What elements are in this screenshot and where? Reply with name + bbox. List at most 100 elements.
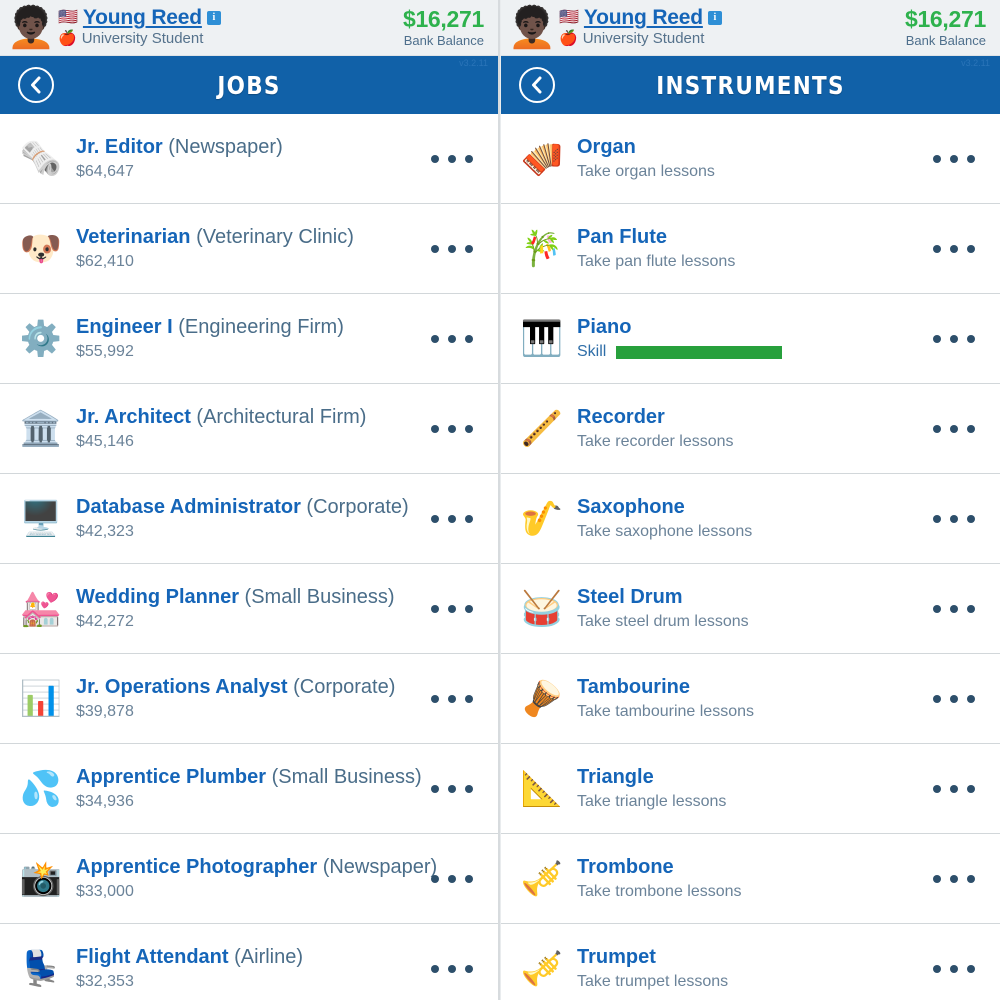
list-item[interactable]: 🎺 Trumpet Take trumpet lessons bbox=[501, 924, 1000, 1000]
list-item-title: Pan Flute bbox=[577, 226, 928, 250]
list-item[interactable]: 🪗 Organ Take organ lessons bbox=[501, 114, 1000, 204]
overflow-menu-button[interactable] bbox=[928, 244, 988, 253]
list-item[interactable]: ⚙️ Engineer I (Engineering Firm) $55,992 bbox=[0, 294, 498, 384]
ellipsis-dot bbox=[431, 784, 439, 793]
info-badge-icon[interactable]: i bbox=[206, 11, 221, 26]
overflow-menu-button[interactable] bbox=[426, 424, 486, 433]
ellipsis-dot bbox=[967, 424, 975, 433]
overflow-menu-button[interactable] bbox=[426, 154, 486, 163]
info-badge-icon[interactable]: i bbox=[707, 11, 722, 26]
list-item-qualifier: (Engineering Firm) bbox=[172, 315, 344, 338]
player-name[interactable]: Young Reed bbox=[584, 7, 703, 29]
list-item-body: Organ Take organ lessons bbox=[569, 136, 928, 182]
list-item[interactable]: 🎋 Pan Flute Take pan flute lessons bbox=[501, 204, 1000, 294]
list-item-subtitle: $42,323 bbox=[76, 523, 426, 541]
overflow-menu-button[interactable] bbox=[426, 604, 486, 613]
list-item[interactable]: 🐶 Veterinarian (Veterinary Clinic) $62,410 bbox=[0, 204, 498, 294]
list-item-name: Triangle bbox=[577, 765, 654, 788]
list-item[interactable]: 🗞️ Jr. Editor (Newspaper) $64,647 bbox=[0, 114, 498, 204]
ellipsis-dot bbox=[933, 784, 941, 793]
overflow-menu-button[interactable] bbox=[928, 964, 988, 973]
list-item-subtitle-text: $55,992 bbox=[76, 343, 134, 361]
bank-balance-label: Bank Balance bbox=[403, 33, 484, 49]
ellipsis-dot bbox=[465, 424, 473, 433]
list-item[interactable]: 🏛️ Jr. Architect (Architectural Firm) $45,… bbox=[0, 384, 498, 474]
item-list: 🪗 Organ Take organ lessons 🎋 Pan Flute Take p… bbox=[501, 114, 1000, 1000]
overflow-menu-button[interactable] bbox=[928, 784, 988, 793]
ellipsis-dot bbox=[431, 334, 439, 343]
list-item[interactable]: 🥁 Steel Drum Take steel drum lessons bbox=[501, 564, 1000, 654]
list-item-body: Triangle Take triangle lessons bbox=[569, 766, 928, 812]
list-item-subtitle-text: Take recorder lessons bbox=[577, 433, 734, 451]
list-item-title: Wedding Planner (Small Business) bbox=[76, 586, 426, 610]
list-item-name: Wedding Planner bbox=[76, 585, 239, 608]
list-item[interactable]: 🎷 Saxophone Take saxophone lessons bbox=[501, 474, 1000, 564]
ellipsis-dot bbox=[933, 694, 941, 703]
bank-balance-amount: $16,271 bbox=[402, 5, 484, 32]
ellipsis-dot bbox=[967, 514, 975, 523]
avatar[interactable]: 🧑🏿‍🦱 bbox=[507, 4, 557, 52]
list-item-qualifier: (Newspaper) bbox=[162, 135, 283, 158]
overflow-menu-button[interactable] bbox=[426, 244, 486, 253]
list-item[interactable]: 🎹 Piano Skill bbox=[501, 294, 1000, 384]
list-item[interactable]: 💒 Wedding Planner (Small Business) $42,272 bbox=[0, 564, 498, 654]
list-item-subtitle-text: $62,410 bbox=[76, 253, 134, 271]
list-item[interactable]: 💺 Flight Attendant (Airline) $32,353 bbox=[0, 924, 498, 1000]
ellipsis-dot bbox=[448, 154, 456, 163]
player-occupation-row: 🍎 University Student bbox=[559, 29, 905, 47]
overflow-menu-button[interactable] bbox=[928, 604, 988, 613]
tambourine-emoji: 🪘 bbox=[520, 679, 564, 718]
overflow-menu-button[interactable] bbox=[928, 424, 988, 433]
player-name[interactable]: Young Reed bbox=[83, 7, 202, 29]
list-item[interactable]: 🎺 Trombone Take trombone lessons bbox=[501, 834, 1000, 924]
list-item[interactable]: 💦 Apprentice Plumber (Small Business) $34,… bbox=[0, 744, 498, 834]
list-item-title: Apprentice Plumber (Small Business) bbox=[76, 766, 426, 790]
classical-building-emoji: 🏛️ bbox=[19, 409, 63, 448]
list-item-subtitle: $34,936 bbox=[76, 793, 426, 811]
sweat-droplets-emoji: 💦 bbox=[19, 769, 63, 808]
player-name-row: 🇺🇸 Young Reed i bbox=[559, 7, 905, 29]
list-item[interactable]: 📐 Triangle Take triangle lessons bbox=[501, 744, 1000, 834]
status-header: 🧑🏿‍🦱 🇺🇸 Young Reed i 🍎 University Student $16,… bbox=[501, 0, 1000, 56]
panel-jobs: 🧑🏿‍🦱 🇺🇸 Young Reed i 🍎 University Student $16,… bbox=[0, 0, 500, 1000]
list-item-body: Trombone Take trombone lessons bbox=[569, 856, 928, 902]
piano-emoji: 🎹 bbox=[520, 319, 564, 358]
ellipsis-dot bbox=[465, 514, 473, 523]
overflow-menu-button[interactable] bbox=[928, 694, 988, 703]
overflow-menu-button[interactable] bbox=[426, 514, 486, 523]
ellipsis-dot bbox=[967, 334, 975, 343]
overflow-menu-button[interactable] bbox=[928, 154, 988, 163]
list-item-title: Saxophone bbox=[577, 496, 928, 520]
list-item-subtitle: Take steel drum lessons bbox=[577, 613, 928, 631]
list-item[interactable]: 📊 Jr. Operations Analyst (Corporate) $39,8… bbox=[0, 654, 498, 744]
list-item-subtitle-text: Take tambourine lessons bbox=[577, 703, 754, 721]
list-item[interactable]: 🪘 Tambourine Take tambourine lessons bbox=[501, 654, 1000, 744]
list-item-body: Apprentice Photographer (Newspaper) $33,0… bbox=[68, 856, 437, 902]
title-bar: JOBS v3.2.11 bbox=[0, 56, 498, 114]
overflow-menu-button[interactable] bbox=[426, 694, 486, 703]
list-item-name: Trombone bbox=[577, 855, 674, 878]
overflow-menu-button[interactable] bbox=[928, 334, 988, 343]
camera-flash-emoji: 📸 bbox=[19, 859, 63, 898]
ellipsis-dot bbox=[448, 784, 456, 793]
overflow-menu-button[interactable] bbox=[426, 784, 486, 793]
player-name-row: 🇺🇸 Young Reed i bbox=[58, 7, 403, 29]
list-item-name: Recorder bbox=[577, 405, 665, 428]
overflow-menu-button[interactable] bbox=[928, 514, 988, 523]
list-item-subtitle-text: Take organ lessons bbox=[577, 163, 715, 181]
overflow-menu-button[interactable] bbox=[426, 334, 486, 343]
list-item[interactable]: 🪈 Recorder Take recorder lessons bbox=[501, 384, 1000, 474]
list-item-title: Database Administrator (Corporate) bbox=[76, 496, 426, 520]
organ-emoji: 🪗 bbox=[520, 139, 564, 178]
list-item[interactable]: 📸 Apprentice Photographer (Newspaper) $33,… bbox=[0, 834, 498, 924]
overflow-menu-button[interactable] bbox=[426, 964, 486, 973]
overflow-menu-button[interactable] bbox=[426, 874, 486, 883]
steel-drum-emoji: 🥁 bbox=[520, 589, 564, 628]
list-item-body: Piano Skill bbox=[569, 316, 928, 362]
overflow-menu-button[interactable] bbox=[928, 874, 988, 883]
list-item-body: Pan Flute Take pan flute lessons bbox=[569, 226, 928, 272]
avatar[interactable]: 🧑🏿‍🦱 bbox=[6, 4, 56, 52]
ellipsis-dot bbox=[967, 964, 975, 973]
list-item-subtitle: Take trombone lessons bbox=[577, 883, 928, 901]
list-item[interactable]: 🖥️ Database Administrator (Corporate) $42,… bbox=[0, 474, 498, 564]
